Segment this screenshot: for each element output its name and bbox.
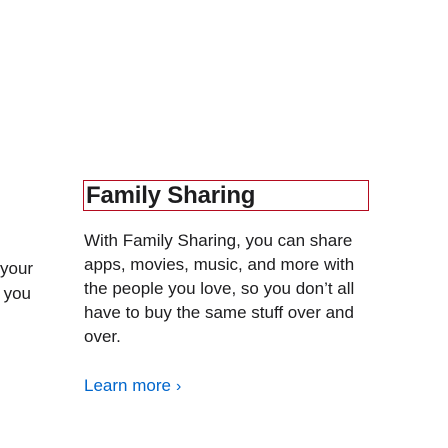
family-sharing-section: Family Sharing With Family Sharing, you …: [83, 180, 369, 398]
clipped-text-line: your: [0, 259, 34, 278]
section-description: With Family Sharing, you can share apps,…: [84, 231, 355, 346]
learn-more-label: Learn more: [84, 376, 171, 395]
page: your you Family Sharing With Family Shar…: [0, 0, 448, 448]
learn-more-link[interactable]: Learn more ›: [84, 375, 181, 398]
focused-title-box: Family Sharing: [83, 180, 369, 211]
clipped-previous-column: your you: [0, 256, 40, 306]
section-title: Family Sharing: [86, 181, 256, 209]
clipped-text-line: you: [3, 284, 31, 303]
chevron-right-icon: ›: [175, 378, 182, 395]
